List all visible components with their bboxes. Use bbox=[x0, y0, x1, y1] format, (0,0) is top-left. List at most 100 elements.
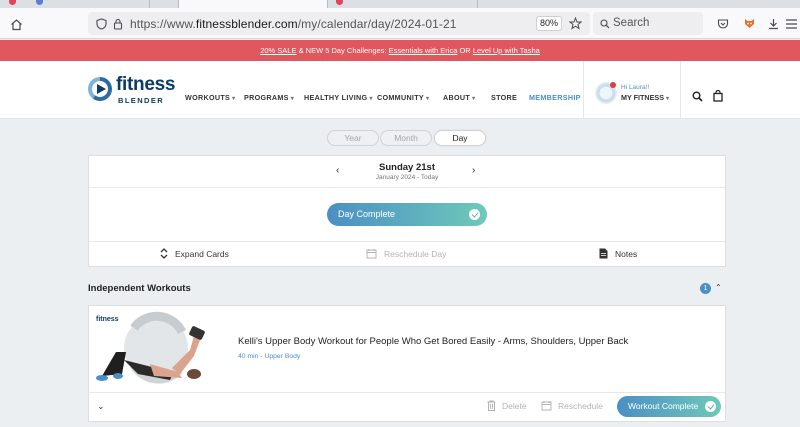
workout-title[interactable]: Kelli's Upper Body Workout for People Wh… bbox=[238, 336, 628, 347]
url-text[interactable]: https://www.fitnessblender.com/my/calend… bbox=[130, 17, 457, 31]
zoom-indicator[interactable]: 80% bbox=[536, 16, 562, 31]
nav-store[interactable]: STORE bbox=[491, 93, 517, 102]
expand-icon bbox=[160, 248, 168, 259]
calendar-reschedule-icon bbox=[366, 249, 377, 259]
svg-text:fitness: fitness bbox=[96, 316, 119, 323]
logo-play-icon bbox=[97, 84, 106, 94]
chevron-down-icon: ▾ bbox=[290, 96, 295, 102]
nav-healthy-living[interactable]: HEALTHY LIVING ▾ bbox=[304, 93, 373, 102]
workout-complete-button[interactable]: Workout Complete bbox=[617, 396, 721, 417]
nav-membership[interactable]: MEMBERSHIP bbox=[529, 93, 581, 102]
nav-about-label: ABOUT bbox=[443, 93, 471, 102]
nav-programs[interactable]: PROGRAMS ▾ bbox=[244, 93, 294, 102]
challenge-link-tasha[interactable]: Level Up with Tasha bbox=[473, 46, 540, 55]
chevron-down-icon: ▾ bbox=[232, 96, 236, 102]
bookmark-star-icon[interactable] bbox=[568, 16, 583, 31]
nav-about[interactable]: ABOUT ▾ bbox=[443, 93, 475, 102]
next-day-arrow-icon[interactable]: › bbox=[472, 165, 475, 176]
download-icon[interactable] bbox=[765, 16, 781, 32]
browser-toolbar: https://www.fitnessblender.com/my/calend… bbox=[0, 8, 800, 39]
url-domain: fitnessblender.com bbox=[195, 17, 298, 31]
sale-link[interactable]: 20% SALE bbox=[260, 46, 296, 55]
reschedule-workout-label: Reschedule bbox=[558, 400, 603, 411]
lock-icon[interactable] bbox=[112, 17, 123, 30]
expand-cards-button[interactable]: Expand Cards bbox=[160, 248, 229, 259]
day-complete-label: Day Complete bbox=[338, 209, 396, 219]
workout-meta: 40 min - Upper Body bbox=[238, 353, 301, 360]
fitness-blender-logo[interactable]: fitness BLENDER bbox=[88, 74, 178, 105]
browser-search-box[interactable]: Search bbox=[593, 12, 703, 35]
divider bbox=[89, 241, 725, 242]
reschedule-day-button[interactable]: Reschedule Day bbox=[366, 248, 446, 259]
browser-tab[interactable] bbox=[328, 0, 478, 8]
nav-workouts[interactable]: WORKOUTS ▾ bbox=[185, 93, 235, 102]
header-divider bbox=[680, 61, 681, 119]
nav-community[interactable]: COMMUNITY ▾ bbox=[377, 93, 429, 102]
chevron-down-icon: ▾ bbox=[472, 96, 476, 102]
section-title: Independent Workouts bbox=[88, 283, 191, 294]
my-fitness-menu[interactable]: MY FITNESS ▾ bbox=[621, 93, 669, 102]
promo-or: OR bbox=[457, 46, 473, 55]
workout-card: fitness Kelli's Upper Body Workout for P… bbox=[88, 305, 726, 422]
workout-thumbnail[interactable]: fitness bbox=[94, 310, 219, 385]
search-placeholder: Search bbox=[613, 17, 650, 29]
delete-button[interactable]: Delete bbox=[487, 400, 527, 411]
url-bar[interactable]: https://www.fitnessblender.com/my/calend… bbox=[88, 12, 590, 35]
site-header: fitness BLENDER WORKOUTS ▾ PROGRAMS ▾ HEAL… bbox=[0, 61, 800, 119]
divider bbox=[89, 187, 725, 188]
reschedule-day-label: Reschedule Day bbox=[384, 248, 447, 259]
day-complete-button[interactable]: Day Complete bbox=[327, 203, 487, 226]
url-prefix: https://www. bbox=[130, 17, 196, 31]
logo-word-fitness: fitness bbox=[116, 74, 176, 95]
day-title: Sunday 21st bbox=[379, 162, 435, 173]
chevron-down-icon: ▾ bbox=[426, 96, 430, 102]
expand-chevron-down-icon[interactable]: ⌄ bbox=[97, 401, 105, 412]
browser-tab-strip bbox=[0, 0, 800, 8]
check-circle-icon bbox=[705, 401, 716, 412]
trash-icon bbox=[487, 400, 496, 411]
nav-membership-label: MEMBERSHIP bbox=[529, 93, 581, 102]
notes-label: Notes bbox=[615, 248, 638, 259]
nav-community-label: COMMUNITY bbox=[377, 93, 425, 102]
nav-workouts-label: WORKOUTS bbox=[185, 93, 231, 102]
extension-fox-icon[interactable] bbox=[741, 15, 757, 31]
expand-cards-label: Expand Cards bbox=[175, 248, 229, 259]
menu-icon[interactable] bbox=[784, 16, 798, 32]
workout-count-badge: 1 bbox=[700, 283, 711, 294]
chevron-up-icon[interactable]: ⌃ bbox=[715, 283, 722, 292]
divider bbox=[89, 392, 725, 393]
tab-day[interactable]: Day bbox=[434, 130, 486, 146]
avatar[interactable] bbox=[595, 82, 617, 104]
shield-icon[interactable] bbox=[95, 17, 108, 30]
nav-healthy-living-label: HEALTHY LIVING bbox=[304, 93, 368, 102]
chevron-down-icon: ▾ bbox=[666, 96, 670, 102]
logo-word-blender: BLENDER bbox=[118, 96, 165, 105]
promo-banner: 20% SALE & NEW 5 Day Challenges: Essenti… bbox=[0, 40, 800, 61]
search-icon bbox=[599, 18, 610, 29]
nav-store-label: STORE bbox=[491, 93, 518, 102]
header-divider bbox=[583, 61, 584, 119]
calendar-reschedule-icon bbox=[541, 401, 552, 411]
notes-icon bbox=[599, 248, 608, 259]
site-search-icon[interactable] bbox=[691, 90, 703, 102]
tab-month[interactable]: Month bbox=[380, 130, 432, 146]
nav-programs-label: PROGRAMS bbox=[244, 93, 289, 102]
home-icon[interactable] bbox=[8, 16, 24, 32]
shopping-bag-icon[interactable] bbox=[712, 89, 724, 102]
my-fitness-label: MY FITNESS bbox=[621, 93, 664, 102]
reschedule-workout-button[interactable]: Reschedule bbox=[541, 400, 603, 411]
day-card: ‹ Sunday 21st January 2024 - Today › Day… bbox=[88, 155, 726, 267]
user-greeting: Hi Laura!! bbox=[621, 84, 650, 91]
tab-year[interactable]: Year bbox=[327, 130, 379, 146]
browser-tab-active[interactable] bbox=[178, 0, 328, 8]
chevron-down-icon: ▾ bbox=[369, 96, 373, 102]
notes-button[interactable]: Notes bbox=[599, 248, 637, 259]
delete-label: Delete bbox=[502, 400, 527, 411]
check-circle-icon bbox=[469, 209, 480, 220]
browser-tab[interactable] bbox=[0, 0, 150, 8]
challenge-link-erica[interactable]: Essentials with Erica bbox=[389, 46, 458, 55]
workout-complete-label: Workout Complete bbox=[628, 401, 699, 411]
notification-dot-icon bbox=[610, 82, 616, 88]
day-subtitle: January 2024 - Today bbox=[375, 174, 439, 181]
pocket-icon[interactable] bbox=[715, 16, 731, 32]
